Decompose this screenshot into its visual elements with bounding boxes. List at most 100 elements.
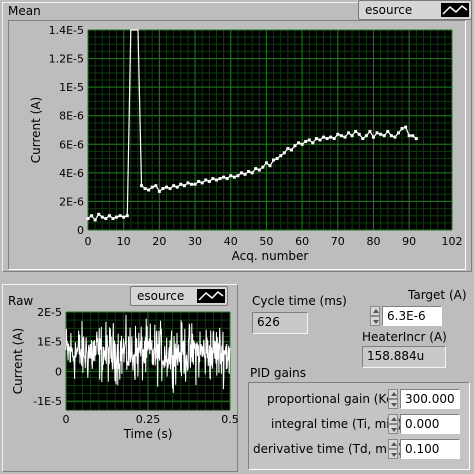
y-tick-label: 0 <box>55 365 62 378</box>
data-point <box>218 177 222 181</box>
y-axis-label: Current (A) <box>11 328 25 394</box>
x-tick-label: 50 <box>259 235 273 248</box>
data-point <box>300 142 304 146</box>
data-point <box>118 214 122 218</box>
y-tick-label: 6E-6 <box>59 138 84 151</box>
kc-input[interactable]: 300.000 <box>400 389 460 409</box>
x-axis-label: Time (s) <box>123 427 173 441</box>
data-point <box>261 165 265 169</box>
decrement-arrow-icon[interactable] <box>388 399 398 409</box>
data-point <box>311 141 315 145</box>
x-tick-label: 40 <box>224 235 238 248</box>
data-point <box>329 135 333 139</box>
data-point <box>307 138 311 142</box>
x-tick-label: 80 <box>366 235 380 248</box>
data-point <box>414 137 418 141</box>
td-label: derivative time (Td, min) <box>253 442 403 456</box>
x-tick-label: 70 <box>331 235 345 248</box>
data-point <box>393 135 397 139</box>
data-point <box>357 132 361 136</box>
data-point <box>386 129 390 133</box>
data-point <box>339 134 343 138</box>
data-point <box>275 157 279 161</box>
raw-panel-title: Raw <box>8 294 34 308</box>
data-point <box>90 214 94 218</box>
data-point <box>293 144 297 148</box>
td-stepper[interactable] <box>388 439 398 459</box>
data-point <box>111 217 115 221</box>
data-point <box>150 185 154 189</box>
data-point <box>161 187 165 191</box>
data-point <box>100 215 104 219</box>
target-label: Target (A) <box>408 288 467 302</box>
line-style-icon <box>197 289 225 303</box>
x-tick-label: 20 <box>152 235 166 248</box>
target-input[interactable]: 6.3E-6 <box>382 306 442 326</box>
data-point <box>140 184 144 188</box>
cycle-time-indicator: 626 <box>252 312 308 334</box>
mean-plot[interactable]: 0 10 20 30 40 50 60 70 80 90 10202E-64E-66E-68E-61… <box>8 20 466 270</box>
data-point <box>172 184 176 188</box>
data-point <box>189 182 193 186</box>
data-point <box>243 172 247 176</box>
raw-plot[interactable]: 0 0.25 0.52E-51E-50-1E-5Time (s)Current (A… <box>2 308 238 472</box>
data-point <box>375 131 379 135</box>
data-point <box>232 175 236 179</box>
data-point <box>239 171 243 175</box>
td-input[interactable]: 0.100 <box>400 439 460 459</box>
ti-input[interactable]: 0.000 <box>400 414 460 434</box>
data-point <box>279 154 283 158</box>
data-point <box>336 132 340 136</box>
x-tick-label: 0 <box>63 413 70 426</box>
ti-label: integral time (Ti, min) <box>271 417 402 431</box>
x-tick-label: 102 <box>442 235 463 248</box>
data-point <box>282 151 286 155</box>
x-tick-label: 0 <box>85 235 92 248</box>
data-point <box>154 184 158 188</box>
increment-arrow-icon[interactable] <box>388 439 398 449</box>
data-point <box>314 137 318 141</box>
data-point <box>157 189 161 193</box>
kc-stepper[interactable] <box>388 389 398 409</box>
data-point <box>93 218 97 222</box>
data-point <box>364 134 368 138</box>
data-point <box>125 214 129 218</box>
raw-plot-legend[interactable]: esource <box>130 286 228 306</box>
data-point <box>200 181 204 185</box>
data-point <box>122 215 126 219</box>
increment-arrow-icon[interactable] <box>370 306 380 316</box>
x-tick-label: 0.5 <box>221 413 238 426</box>
ti-stepper[interactable] <box>388 414 398 434</box>
data-point <box>371 135 375 139</box>
cycle-time-label: Cycle time (ms) <box>252 294 347 308</box>
target-stepper[interactable] <box>370 306 380 326</box>
data-point <box>400 127 404 131</box>
data-point <box>193 182 197 186</box>
data-point <box>264 161 268 165</box>
data-point <box>297 141 301 145</box>
increment-arrow-icon[interactable] <box>388 389 398 399</box>
y-tick-label: 2E-6 <box>59 195 84 208</box>
increment-arrow-icon[interactable] <box>388 414 398 424</box>
data-point <box>197 179 201 183</box>
decrement-arrow-icon[interactable] <box>388 424 398 434</box>
decrement-arrow-icon[interactable] <box>370 316 380 326</box>
data-point <box>382 134 386 138</box>
y-tick-label: 2E-5 <box>37 308 62 319</box>
heater-incr-label: HeaterIncr (A) <box>362 330 447 344</box>
data-point <box>168 187 172 191</box>
data-point <box>104 217 108 221</box>
data-point <box>347 131 351 135</box>
data-point <box>361 137 365 141</box>
mean-plot-legend[interactable]: esource <box>358 0 472 20</box>
decrement-arrow-icon[interactable] <box>388 449 398 459</box>
data-point <box>222 175 226 179</box>
heater-incr-indicator: 158.884u <box>362 346 446 368</box>
data-point <box>86 217 90 221</box>
x-axis-label: Acq. number <box>232 249 309 263</box>
y-tick-label: 1E-5 <box>59 81 84 94</box>
data-point <box>214 178 218 182</box>
data-point <box>354 129 358 133</box>
raw-legend-label: esource <box>137 289 185 303</box>
x-tick-label: 90 <box>402 235 416 248</box>
